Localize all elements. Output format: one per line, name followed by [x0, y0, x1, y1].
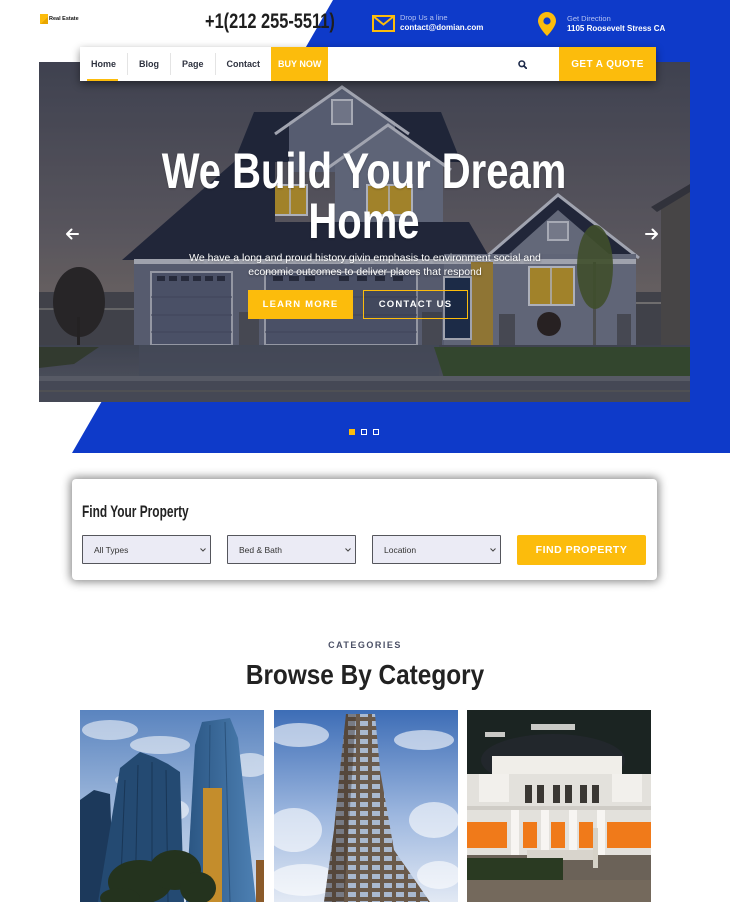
find-property-button[interactable]: FIND PROPERTY — [517, 535, 646, 565]
contact-us-button[interactable]: CONTACT US — [363, 290, 468, 319]
slider-dot-2[interactable] — [361, 429, 367, 435]
hero-subtitle: We have a long and proud history givin e… — [189, 252, 541, 278]
nav-item-contact[interactable]: Contact — [216, 47, 272, 81]
category-image-tower — [274, 710, 458, 902]
categories-eyebrow: CATEGORIES — [328, 640, 402, 650]
logo[interactable]: Real Estate — [40, 14, 79, 24]
category-card-1[interactable] — [80, 710, 264, 902]
location-select[interactable]: Location — [372, 535, 501, 564]
category-image-skyscrapers — [80, 710, 264, 902]
nav-item-page[interactable]: Page — [171, 47, 215, 81]
property-search-card: Find Your Property All Types Bed & Bath … — [72, 479, 657, 580]
nav-item-home[interactable]: Home — [80, 47, 127, 81]
main-nav: Home Blog Page Contact BUY NOW GET A QUO… — [80, 47, 656, 81]
learn-more-button[interactable]: LEARN MORE — [248, 290, 353, 319]
chevron-down-icon — [345, 548, 351, 552]
type-select[interactable]: All Types — [82, 535, 211, 564]
contact-email-label: Drop Us a line — [400, 13, 448, 22]
category-card-3[interactable] — [467, 710, 651, 902]
bed-bath-select[interactable]: Bed & Bath — [227, 535, 356, 564]
contact-direction-value: 1105 Roosevelt Stress CA — [567, 24, 666, 33]
contact-direction-label: Get Direction — [567, 14, 611, 23]
slider-dot-3[interactable] — [373, 429, 379, 435]
get-a-quote-button[interactable]: GET A QUOTE — [559, 47, 656, 81]
slider-dot-1[interactable] — [349, 429, 355, 435]
map-pin-icon — [538, 12, 556, 36]
contact-direction[interactable]: Get Direction 1105 Roosevelt Stress CA — [538, 12, 665, 36]
category-image-classical-building — [467, 710, 651, 902]
buy-now-button[interactable]: BUY NOW — [271, 47, 329, 81]
bed-bath-select-value: Bed & Bath — [239, 544, 283, 555]
hero-title: We Build Your Dream Home — [161, 143, 567, 249]
arrow-left-icon[interactable] — [65, 228, 79, 240]
location-select-value: Location — [384, 544, 417, 555]
hero-slider: We Build Your Dream Home We have a long … — [39, 62, 690, 402]
nav-item-blog[interactable]: Blog — [128, 47, 170, 81]
contact-email-value[interactable]: contact@domian.com — [400, 23, 483, 33]
arrow-right-icon[interactable] — [645, 228, 659, 240]
chevron-down-icon — [200, 548, 206, 552]
search-icon[interactable] — [518, 60, 527, 69]
logo-text: Real Estate — [49, 16, 79, 22]
logo-mark-icon — [40, 14, 48, 24]
chevron-down-icon — [490, 548, 496, 552]
phone-number[interactable]: +1(212 255-5511) — [205, 9, 335, 35]
envelope-icon — [372, 14, 395, 32]
search-title: Find Your Property — [82, 502, 189, 521]
contact-email[interactable]: Drop Us a line contact@domian.com — [372, 13, 483, 33]
category-card-2[interactable] — [274, 710, 458, 902]
categories-title: Browse By Category — [245, 659, 485, 690]
type-select-value: All Types — [94, 544, 129, 555]
